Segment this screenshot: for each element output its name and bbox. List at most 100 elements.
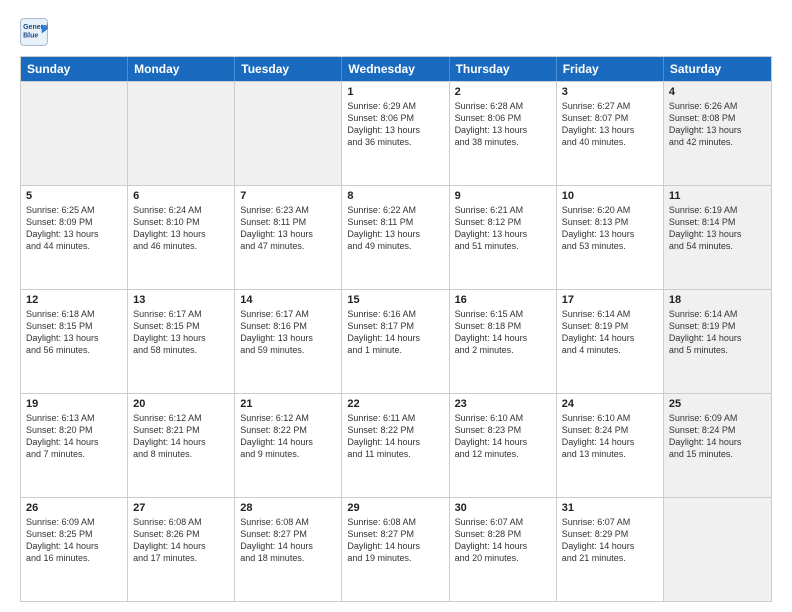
day-number: 8 xyxy=(347,190,443,202)
calendar-cell: 31 Sunrise: 6:07 AM Sunset: 8:29 PM Dayli… xyxy=(557,498,664,601)
day-info: Sunrise: 6:23 AM Sunset: 8:11 PM Dayligh… xyxy=(240,204,336,253)
day-number: 29 xyxy=(347,502,443,514)
day-number: 22 xyxy=(347,398,443,410)
day-info: Sunrise: 6:08 AM Sunset: 8:26 PM Dayligh… xyxy=(133,516,229,565)
day-info: Sunrise: 6:10 AM Sunset: 8:23 PM Dayligh… xyxy=(455,412,551,461)
calendar-cell: 18Sunrise: 6:14 AM Sunset: 8:19 PM Dayli… xyxy=(664,290,771,393)
calendar: SundayMondayTuesdayWednesdayThursdayFrid… xyxy=(20,56,772,602)
day-info: Sunrise: 6:09 AM Sunset: 8:24 PM Dayligh… xyxy=(669,412,766,461)
day-info: Sunrise: 6:12 AM Sunset: 8:22 PM Dayligh… xyxy=(240,412,336,461)
day-number: 1 xyxy=(347,86,443,98)
day-info: Sunrise: 6:24 AM Sunset: 8:10 PM Dayligh… xyxy=(133,204,229,253)
header-day-tuesday: Tuesday xyxy=(235,57,342,81)
calendar-cell: 24Sunrise: 6:10 AM Sunset: 8:24 PM Dayli… xyxy=(557,394,664,497)
calendar-cell xyxy=(235,82,342,185)
logo: General Blue xyxy=(20,18,52,46)
day-number: 13 xyxy=(133,294,229,306)
day-info: Sunrise: 6:19 AM Sunset: 8:14 PM Dayligh… xyxy=(669,204,766,253)
calendar-cell: 23 Sunrise: 6:10 AM Sunset: 8:23 PM Dayli… xyxy=(450,394,557,497)
day-info: Sunrise: 6:17 AM Sunset: 8:16 PM Dayligh… xyxy=(240,308,336,357)
day-number: 3 xyxy=(562,86,658,98)
calendar-cell: 26 Sunrise: 6:09 AM Sunset: 8:25 PM Dayli… xyxy=(21,498,128,601)
day-info: Sunrise: 6:25 AM Sunset: 8:09 PM Dayligh… xyxy=(26,204,122,253)
day-number: 11 xyxy=(669,190,766,202)
calendar-cell xyxy=(21,82,128,185)
calendar-cell: 10 Sunrise: 6:20 AM Sunset: 8:13 PM Dayli… xyxy=(557,186,664,289)
day-info: Sunrise: 6:11 AM Sunset: 8:22 PM Dayligh… xyxy=(347,412,443,461)
calendar-row-4: 19 Sunrise: 6:13 AM Sunset: 8:20 PM Dayli… xyxy=(21,393,771,497)
day-info: Sunrise: 6:13 AM Sunset: 8:20 PM Dayligh… xyxy=(26,412,122,461)
day-info: Sunrise: 6:26 AM Sunset: 8:08 PM Dayligh… xyxy=(669,100,766,149)
calendar-cell: 14Sunrise: 6:17 AM Sunset: 8:16 PM Dayli… xyxy=(235,290,342,393)
calendar-header: SundayMondayTuesdayWednesdayThursdayFrid… xyxy=(21,57,771,81)
calendar-cell: 15 Sunrise: 6:16 AM Sunset: 8:17 PM Dayli… xyxy=(342,290,449,393)
calendar-cell: 13 Sunrise: 6:17 AM Sunset: 8:15 PM Dayli… xyxy=(128,290,235,393)
day-info: Sunrise: 6:12 AM Sunset: 8:21 PM Dayligh… xyxy=(133,412,229,461)
day-info: Sunrise: 6:16 AM Sunset: 8:17 PM Dayligh… xyxy=(347,308,443,357)
day-number: 26 xyxy=(26,502,122,514)
day-info: Sunrise: 6:18 AM Sunset: 8:15 PM Dayligh… xyxy=(26,308,122,357)
calendar-cell: 12 Sunrise: 6:18 AM Sunset: 8:15 PM Dayli… xyxy=(21,290,128,393)
calendar-row-5: 26 Sunrise: 6:09 AM Sunset: 8:25 PM Dayli… xyxy=(21,497,771,601)
day-info: Sunrise: 6:07 AM Sunset: 8:28 PM Dayligh… xyxy=(455,516,551,565)
day-number: 10 xyxy=(562,190,658,202)
day-number: 31 xyxy=(562,502,658,514)
day-number: 4 xyxy=(669,86,766,98)
day-info: Sunrise: 6:22 AM Sunset: 8:11 PM Dayligh… xyxy=(347,204,443,253)
day-info: Sunrise: 6:28 AM Sunset: 8:06 PM Dayligh… xyxy=(455,100,551,149)
calendar-cell: 8 Sunrise: 6:22 AM Sunset: 8:11 PM Daylig… xyxy=(342,186,449,289)
day-info: Sunrise: 6:15 AM Sunset: 8:18 PM Dayligh… xyxy=(455,308,551,357)
day-number: 2 xyxy=(455,86,551,98)
day-number: 27 xyxy=(133,502,229,514)
day-number: 15 xyxy=(347,294,443,306)
day-info: Sunrise: 6:20 AM Sunset: 8:13 PM Dayligh… xyxy=(562,204,658,253)
day-number: 30 xyxy=(455,502,551,514)
day-number: 16 xyxy=(455,294,551,306)
day-number: 17 xyxy=(562,294,658,306)
calendar-cell: 30 Sunrise: 6:07 AM Sunset: 8:28 PM Dayli… xyxy=(450,498,557,601)
calendar-cell: 2 Sunrise: 6:28 AM Sunset: 8:06 PM Daylig… xyxy=(450,82,557,185)
svg-text:Blue: Blue xyxy=(23,32,38,39)
calendar-cell: 22 Sunrise: 6:11 AM Sunset: 8:22 PM Dayli… xyxy=(342,394,449,497)
day-info: Sunrise: 6:08 AM Sunset: 8:27 PM Dayligh… xyxy=(347,516,443,565)
calendar-row-3: 12 Sunrise: 6:18 AM Sunset: 8:15 PM Dayli… xyxy=(21,289,771,393)
day-info: Sunrise: 6:29 AM Sunset: 8:06 PM Dayligh… xyxy=(347,100,443,149)
day-number: 5 xyxy=(26,190,122,202)
header-day-friday: Friday xyxy=(557,57,664,81)
calendar-cell: 28 Sunrise: 6:08 AM Sunset: 8:27 PM Dayli… xyxy=(235,498,342,601)
calendar-cell: 11 Sunrise: 6:19 AM Sunset: 8:14 PM Dayli… xyxy=(664,186,771,289)
header-day-wednesday: Wednesday xyxy=(342,57,449,81)
day-info: Sunrise: 6:07 AM Sunset: 8:29 PM Dayligh… xyxy=(562,516,658,565)
day-number: 21 xyxy=(240,398,336,410)
calendar-row-1: 1 Sunrise: 6:29 AM Sunset: 8:06 PM Daylig… xyxy=(21,81,771,185)
header-day-thursday: Thursday xyxy=(450,57,557,81)
logo-icon: General Blue xyxy=(20,18,48,46)
page: General Blue SundayMondayTuesdayWednesda… xyxy=(0,0,792,612)
day-info: Sunrise: 6:14 AM Sunset: 8:19 PM Dayligh… xyxy=(562,308,658,357)
calendar-cell: 7 Sunrise: 6:23 AM Sunset: 8:11 PM Daylig… xyxy=(235,186,342,289)
day-number: 20 xyxy=(133,398,229,410)
calendar-cell: 17 Sunrise: 6:14 AM Sunset: 8:19 PM Dayli… xyxy=(557,290,664,393)
header: General Blue xyxy=(20,18,772,46)
day-number: 7 xyxy=(240,190,336,202)
day-number: 23 xyxy=(455,398,551,410)
calendar-cell: 1 Sunrise: 6:29 AM Sunset: 8:06 PM Daylig… xyxy=(342,82,449,185)
day-number: 19 xyxy=(26,398,122,410)
header-day-sunday: Sunday xyxy=(21,57,128,81)
day-number: 12 xyxy=(26,294,122,306)
calendar-cell: 21 Sunrise: 6:12 AM Sunset: 8:22 PM Dayli… xyxy=(235,394,342,497)
day-info: Sunrise: 6:14 AM Sunset: 8:19 PM Dayligh… xyxy=(669,308,766,357)
calendar-cell: 19 Sunrise: 6:13 AM Sunset: 8:20 PM Dayli… xyxy=(21,394,128,497)
day-info: Sunrise: 6:10 AM Sunset: 8:24 PM Dayligh… xyxy=(562,412,658,461)
day-number: 25 xyxy=(669,398,766,410)
day-info: Sunrise: 6:08 AM Sunset: 8:27 PM Dayligh… xyxy=(240,516,336,565)
calendar-cell: 20 Sunrise: 6:12 AM Sunset: 8:21 PM Dayli… xyxy=(128,394,235,497)
day-info: Sunrise: 6:09 AM Sunset: 8:25 PM Dayligh… xyxy=(26,516,122,565)
calendar-body: 1 Sunrise: 6:29 AM Sunset: 8:06 PM Daylig… xyxy=(21,81,771,601)
header-day-saturday: Saturday xyxy=(664,57,771,81)
day-info: Sunrise: 6:17 AM Sunset: 8:15 PM Dayligh… xyxy=(133,308,229,357)
calendar-cell xyxy=(128,82,235,185)
day-number: 28 xyxy=(240,502,336,514)
calendar-row-2: 5 Sunrise: 6:25 AM Sunset: 8:09 PM Daylig… xyxy=(21,185,771,289)
calendar-cell: 6Sunrise: 6:24 AM Sunset: 8:10 PM Daylig… xyxy=(128,186,235,289)
